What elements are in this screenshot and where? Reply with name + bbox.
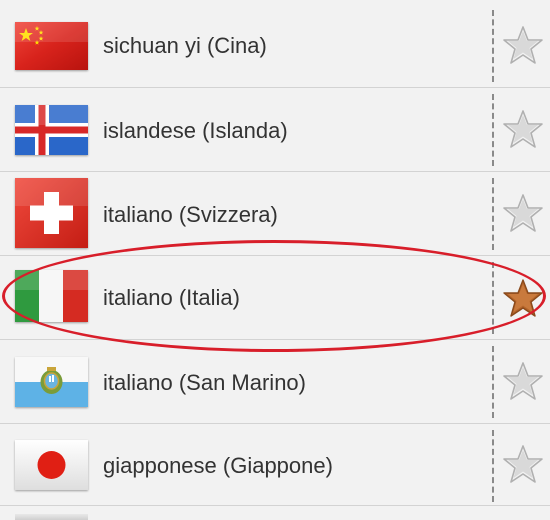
star-icon[interactable] [503, 361, 543, 401]
language-label: italiano (San Marino) [103, 370, 306, 395]
iceland-flag-icon [15, 105, 88, 155]
row-divider [492, 10, 494, 82]
san-marino-flag-icon [15, 357, 88, 407]
row-divider [492, 94, 494, 166]
language-label: islandese (Islanda) [103, 118, 288, 143]
flag-edge-icon [15, 514, 88, 520]
next-list-item-edge [0, 506, 550, 520]
list-item[interactable]: sichuan yi (Cina) [0, 0, 550, 88]
favorite-star-icon[interactable] [503, 278, 543, 318]
language-label: giapponese (Giappone) [103, 453, 333, 478]
language-label: italiano (Svizzera) [103, 202, 278, 227]
china-flag-icon [15, 22, 88, 70]
language-list: sichuan yi (Cina) islandese (Islanda) it… [0, 0, 550, 520]
row-divider [492, 178, 494, 250]
list-item[interactable]: italiano (Svizzera) [0, 172, 550, 256]
star-icon[interactable] [503, 193, 543, 233]
japan-flag-icon [15, 440, 88, 490]
list-item[interactable]: islandese (Islanda) [0, 88, 550, 172]
language-label: sichuan yi (Cina) [103, 33, 267, 58]
italy-flag-icon [15, 270, 88, 322]
list-item[interactable]: italiano (Italia) [0, 256, 550, 340]
row-divider [492, 346, 494, 418]
list-item[interactable]: giapponese (Giappone) [0, 424, 550, 506]
star-icon[interactable] [503, 25, 543, 65]
row-divider [492, 430, 494, 502]
list-item[interactable]: italiano (San Marino) [0, 340, 550, 424]
language-label: italiano (Italia) [103, 285, 240, 310]
row-divider [492, 262, 494, 334]
star-icon[interactable] [503, 109, 543, 149]
star-icon[interactable] [503, 444, 543, 484]
switzerland-flag-icon [15, 178, 88, 248]
